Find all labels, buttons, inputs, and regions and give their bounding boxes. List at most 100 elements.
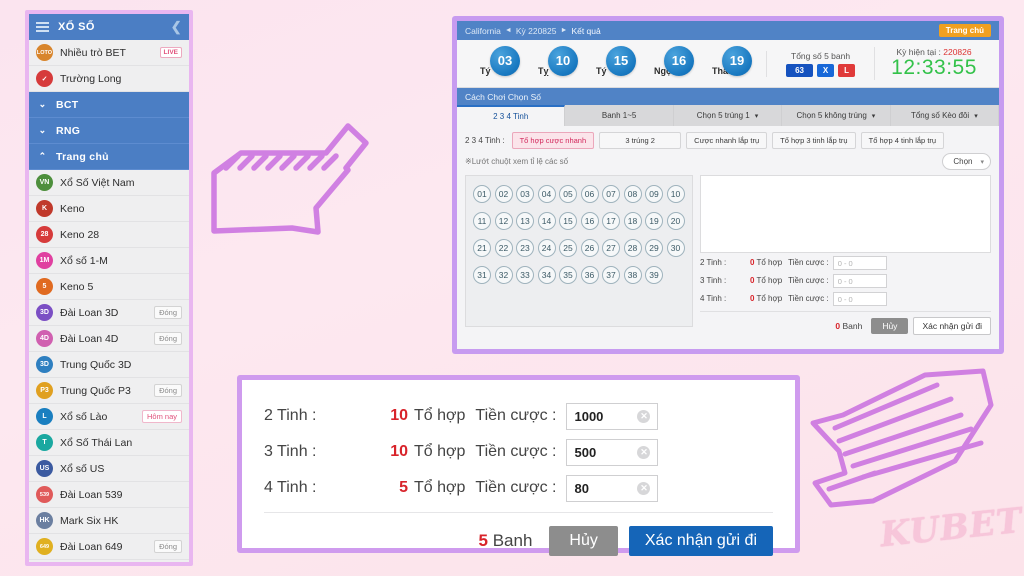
- number-ball-21[interactable]: 21: [473, 239, 491, 257]
- select-dropdown[interactable]: Chọn ▾: [942, 153, 991, 170]
- next-draw-icon[interactable]: ►: [561, 27, 568, 34]
- number-ball-12[interactable]: 12: [494, 212, 513, 230]
- number-ball-04[interactable]: 04: [537, 185, 556, 203]
- sidebar-group-rng[interactable]: ⌄ RNG: [29, 118, 189, 144]
- callout-confirm-button[interactable]: Xác nhận gửi đi: [628, 526, 773, 556]
- number-ball-34[interactable]: 34: [537, 266, 556, 284]
- number-ball-33[interactable]: 33: [516, 266, 534, 284]
- home-button[interactable]: Trang chủ: [938, 24, 991, 37]
- number-ball-30[interactable]: 30: [666, 239, 685, 257]
- subtab-t-h-p-c-c-nhanh[interactable]: Tổ hợp cược nhanh: [511, 131, 595, 149]
- sidebar-item-x-s-vi-t-nam[interactable]: VN Xổ Số Việt Nam: [29, 170, 189, 196]
- sidebar-item-label: Đài Loan 3D: [60, 306, 119, 319]
- number-ball-25[interactable]: 25: [559, 239, 577, 257]
- number-ball-20[interactable]: 20: [666, 212, 685, 230]
- number-ball-37[interactable]: 37: [602, 266, 620, 284]
- hint-row: ※Lướt chuột xem tỉ lệ các số Chọn ▾: [457, 151, 999, 170]
- sidebar-item-label: Xổ số 1-M: [60, 254, 108, 267]
- hand-drawn-left-arrow-icon: [810, 368, 994, 508]
- bet-row-money-label: Tiền cược :: [788, 258, 829, 267]
- number-ball-14[interactable]: 14: [537, 212, 556, 230]
- number-ball-39[interactable]: 39: [645, 266, 663, 284]
- callout-amount-input[interactable]: 500 ✕: [566, 438, 659, 466]
- sidebar-item-x-s-us[interactable]: US Xổ số US: [29, 456, 189, 482]
- sidebar-item-tr-ng-long[interactable]: ✓ Trường Long: [29, 66, 189, 92]
- sidebar-item--i-loan-38[interactable]: 38Đài Loan 38: [29, 560, 189, 562]
- number-ball-38[interactable]: 38: [623, 266, 642, 284]
- number-ball-26[interactable]: 26: [580, 239, 599, 257]
- subtab-t-h-p-4-tinh-l-p-tr-[interactable]: Tổ hợp 4 tinh lắp trụ: [860, 131, 945, 149]
- sidebar-item--i-loan-3d[interactable]: 3D Đài Loan 3D Đóng: [29, 300, 189, 326]
- sidebar-item-nhi-u-tr-bet[interactable]: LOTO Nhiều trò BET LIVE: [29, 40, 189, 66]
- number-ball-23[interactable]: 23: [516, 239, 534, 257]
- sidebar-item-x-s-th-i-lan[interactable]: T Xổ Số Thái Lan: [29, 430, 189, 456]
- chevron-left-icon[interactable]: ❮: [171, 19, 182, 35]
- ball-zodiac-label: Tý: [480, 65, 491, 76]
- number-ball-36[interactable]: 36: [580, 266, 599, 284]
- clear-circle-icon[interactable]: ✕: [637, 481, 651, 495]
- sidebar-item-keno[interactable]: K Keno: [29, 196, 189, 222]
- bet-amount-input[interactable]: 0 - 0: [832, 255, 887, 270]
- sidebar-item-x-s-1-m[interactable]: 1M Xổ số 1-M: [29, 248, 189, 274]
- number-ball-10[interactable]: 10: [666, 185, 685, 203]
- bet-panel: 2 Tinh :0 Tổ hợp Tiền cược :0 - 03 Tinh :0…: [700, 175, 991, 335]
- bet-amount-input[interactable]: 0 - 0: [832, 273, 887, 288]
- clear-circle-icon[interactable]: ✕: [637, 409, 651, 423]
- number-ball-13[interactable]: 13: [516, 212, 534, 230]
- number-ball-03[interactable]: 03: [516, 185, 534, 203]
- hamburger-icon[interactable]: [36, 22, 49, 32]
- subtab-3-tr-ng-2[interactable]: 3 trúng 2: [599, 131, 682, 149]
- bet-row-tinh: 4 Tinh :: [700, 294, 727, 303]
- number-ball-06[interactable]: 06: [580, 185, 599, 203]
- number-ball-35[interactable]: 35: [559, 266, 577, 284]
- sidebar-item-mark-six-hk[interactable]: HK Mark Six HK: [29, 508, 189, 534]
- number-ball-24[interactable]: 24: [537, 239, 556, 257]
- tab-ch-n-5-tr-ng-1[interactable]: Chọn 5 trúng 1 ▾: [673, 105, 783, 126]
- sidebar-item-keno-5[interactable]: 5 Keno 5: [29, 274, 189, 300]
- number-ball-15[interactable]: 15: [559, 212, 577, 230]
- callout-amount-input[interactable]: 80 ✕: [566, 474, 659, 502]
- tab-2-3-4-tinh[interactable]: 2 3 4 Tinh: [457, 105, 566, 126]
- sidebar-item--i-loan-539[interactable]: 539 Đài Loan 539: [29, 482, 189, 508]
- number-ball-01[interactable]: 01: [473, 185, 491, 203]
- number-ball-08[interactable]: 08: [623, 185, 642, 203]
- number-ball-05[interactable]: 05: [559, 185, 577, 203]
- number-ball-11[interactable]: 11: [473, 212, 491, 230]
- bet-amount-input[interactable]: 0 - 0: [832, 291, 887, 306]
- subtab-c-c-nhanh-l-p-tr-[interactable]: Cược nhanh lắp trụ: [686, 131, 768, 149]
- number-ball-09[interactable]: 09: [645, 185, 663, 203]
- number-ball-22[interactable]: 22: [494, 239, 513, 257]
- callout-cancel-button[interactable]: Hủy: [549, 526, 618, 556]
- number-ball-17[interactable]: 17: [602, 212, 620, 230]
- sidebar-item--i-loan-4d[interactable]: 4D Đài Loan 4D Đóng: [29, 326, 189, 352]
- subtab-t-h-p-3-tinh-l-p-tr-[interactable]: Tổ hợp 3 tinh lắp trụ: [772, 131, 856, 149]
- number-ball-07[interactable]: 07: [602, 185, 620, 203]
- sidebar-item-trung-qu-c-3d[interactable]: 3D Trung Quốc 3D: [29, 352, 189, 378]
- cancel-button[interactable]: Hủy: [871, 318, 909, 334]
- prev-draw-icon[interactable]: ◄: [505, 27, 512, 34]
- tab-ch-n-5-kh-ng-tr-ng[interactable]: Chọn 5 không trúng ▾: [782, 105, 891, 126]
- tab-t-ng-s-k-o-i[interactable]: Tổng số Kèo đôi ▾: [890, 105, 999, 126]
- callout-amount-input[interactable]: 1000 ✕: [566, 402, 659, 430]
- number-ball-28[interactable]: 28: [623, 239, 642, 257]
- number-ball-02[interactable]: 02: [494, 185, 513, 203]
- clear-circle-icon[interactable]: ✕: [637, 445, 651, 459]
- bet-row-money-label: Tiền cược :: [788, 294, 829, 303]
- number-ball-31[interactable]: 31: [473, 266, 491, 284]
- sidebar-group-trang-chủ[interactable]: ⌃ Trang chủ: [29, 144, 189, 170]
- number-ball-19[interactable]: 19: [645, 212, 663, 230]
- confirm-button[interactable]: Xác nhận gửi đi: [913, 317, 991, 335]
- number-ball-29[interactable]: 29: [645, 239, 663, 257]
- one-minute-icon: 1M: [36, 252, 53, 269]
- tab-banh-1-5[interactable]: Banh 1~5: [565, 105, 674, 126]
- number-ball-16[interactable]: 16: [580, 212, 599, 230]
- sidebar-item-trung-qu-c-p3[interactable]: P3 Trung Quốc P3 Đóng: [29, 378, 189, 404]
- sidebar-item-x-s-l-o[interactable]: L Xổ số Lào Hôm nay: [29, 404, 189, 430]
- sidebar-item-keno-28[interactable]: 28 Keno 28: [29, 222, 189, 248]
- sidebar-group-bct[interactable]: ⌄ BCT: [29, 92, 189, 118]
- number-ball-32[interactable]: 32: [494, 266, 513, 284]
- number-ball-27[interactable]: 27: [602, 239, 620, 257]
- sidebar-item--i-loan-649[interactable]: 649 Đài Loan 649 Đóng: [29, 534, 189, 560]
- number-ball-18[interactable]: 18: [623, 212, 642, 230]
- ball-zodiac-label: Tý: [596, 65, 607, 76]
